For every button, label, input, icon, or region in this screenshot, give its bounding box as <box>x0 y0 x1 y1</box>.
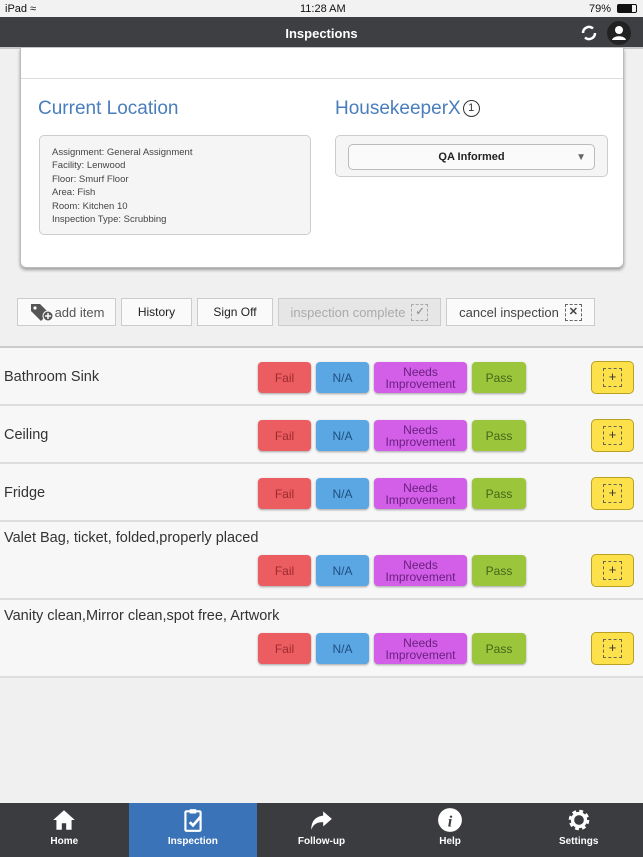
status-select-value: QA Informed <box>438 151 505 163</box>
item-label: Bathroom Sink <box>4 369 100 385</box>
na-button[interactable]: N/A <box>316 362 369 393</box>
battery-icon <box>617 4 637 13</box>
needs-improvement-button[interactable]: Needs Improvement <box>374 478 467 509</box>
plus-icon: + <box>603 561 622 580</box>
user-icon[interactable] <box>607 21 631 45</box>
location-card: Current Location Assignment: General Ass… <box>20 48 624 268</box>
inspection-row: Vanity clean,Mirror clean,spot free, Art… <box>0 600 643 678</box>
inspection-row: Ceiling Fail N/A Needs Improvement Pass … <box>0 406 643 464</box>
tab-home[interactable]: Home <box>0 803 129 857</box>
location-details: Assignment: General Assignment Facility:… <box>39 135 311 235</box>
clipboard-check-icon <box>184 809 202 832</box>
add-note-button[interactable]: + <box>591 361 634 394</box>
plus-icon: + <box>603 484 622 503</box>
status-select-wrap: QA Informed ▼ <box>335 135 608 177</box>
add-note-button[interactable]: + <box>591 477 634 510</box>
status-bar: iPad ≈ 11:28 AM 79% <box>0 0 643 17</box>
add-item-button[interactable]: add item <box>17 298 116 326</box>
inspection-row: Bathroom Sink Fail N/A Needs Improvement… <box>0 348 643 406</box>
facility-line: Facility: Lenwood <box>52 160 126 172</box>
chevron-down-icon: ▼ <box>576 152 586 163</box>
needs-improvement-button[interactable]: Needs Improvement <box>374 633 467 664</box>
tab-help[interactable]: i Help <box>386 803 515 857</box>
cancel-inspection-button[interactable]: cancel inspection ✕ <box>446 298 595 326</box>
page-title: Inspections <box>285 26 358 41</box>
home-icon <box>53 810 76 830</box>
status-select[interactable]: QA Informed ▼ <box>348 144 595 170</box>
check-icon: ✓ <box>411 303 429 321</box>
item-label: Fridge <box>4 485 46 501</box>
tab-settings[interactable]: Settings <box>514 803 643 857</box>
room-line: Room: Kitchen 10 <box>52 200 128 212</box>
tag-plus-icon <box>30 304 54 322</box>
fail-button[interactable]: Fail <box>258 420 311 451</box>
inspection-row: Valet Bag, ticket, folded,properly place… <box>0 522 643 600</box>
svg-text:i: i <box>448 813 453 831</box>
battery-percent: 79% <box>588 3 611 15</box>
pass-button[interactable]: Pass <box>472 633 526 664</box>
tab-bar: Home Inspection Follow-up i Help Settings <box>0 803 643 857</box>
tab-label: Settings <box>558 836 599 847</box>
close-icon: ✕ <box>564 303 582 321</box>
clock: 11:28 AM <box>300 3 346 15</box>
item-label: Ceiling <box>4 427 49 443</box>
inspection-type-line: Inspection Type: Scrubbing <box>52 214 167 226</box>
tab-label: Inspection <box>167 836 218 847</box>
na-button[interactable]: N/A <box>316 555 369 586</box>
housekeeper-count-badge[interactable]: 1 <box>462 100 480 117</box>
housekeeper-name: HousekeeperX <box>335 98 461 119</box>
history-button[interactable]: History <box>121 298 192 326</box>
needs-improvement-button[interactable]: Needs Improvement <box>374 362 467 393</box>
item-label: Vanity clean,Mirror clean,spot free, Art… <box>4 608 280 624</box>
pass-button[interactable]: Pass <box>472 478 526 509</box>
needs-improvement-button[interactable]: Needs Improvement <box>374 420 467 451</box>
device-label: iPad <box>5 3 28 15</box>
tab-follow-up[interactable]: Follow-up <box>257 803 386 857</box>
needs-improvement-button[interactable]: Needs Improvement <box>374 555 467 586</box>
add-item-label: add item <box>54 304 105 320</box>
inspection-row: Fridge Fail N/A Needs Improvement Pass + <box>0 464 643 522</box>
na-button[interactable]: N/A <box>316 478 369 509</box>
add-note-button[interactable]: + <box>591 632 634 665</box>
inspection-complete-label: inspection complete <box>290 304 406 320</box>
pass-button[interactable]: Pass <box>472 420 526 451</box>
info-icon: i <box>438 808 462 832</box>
tab-label: Help <box>439 836 461 847</box>
fail-button[interactable]: Fail <box>258 362 311 393</box>
gear-icon <box>568 809 589 831</box>
add-note-button[interactable]: + <box>591 554 634 587</box>
plus-icon: + <box>603 368 622 387</box>
plus-icon: + <box>603 639 622 658</box>
floor-line: Floor: Smurf Floor <box>52 173 129 185</box>
housekeeper-heading: HousekeeperX 1 <box>335 98 480 120</box>
item-label: Valet Bag, ticket, folded,properly place… <box>4 530 259 546</box>
cancel-inspection-label: cancel inspection <box>459 304 559 320</box>
wifi-icon: ≈ <box>30 3 37 15</box>
pass-button[interactable]: Pass <box>472 555 526 586</box>
plus-icon: + <box>603 426 622 445</box>
action-bar: add item History Sign Off inspection com… <box>17 298 595 326</box>
na-button[interactable]: N/A <box>316 420 369 451</box>
inspection-item-list: Bathroom Sink Fail N/A Needs Improvement… <box>0 346 643 678</box>
area-line: Area: Fish <box>52 187 96 199</box>
inspection-complete-button[interactable]: inspection complete ✓ <box>278 298 441 326</box>
na-button[interactable]: N/A <box>316 633 369 664</box>
nav-bar: Inspections <box>0 17 643 49</box>
sync-icon[interactable] <box>579 23 599 43</box>
current-location-heading: Current Location <box>38 98 179 119</box>
fail-button[interactable]: Fail <box>258 633 311 664</box>
sign-off-button[interactable]: Sign Off <box>197 298 273 326</box>
tab-inspection[interactable]: Inspection <box>128 803 258 857</box>
fail-button[interactable]: Fail <box>258 478 311 509</box>
share-arrow-icon <box>311 811 333 830</box>
add-note-button[interactable]: + <box>591 419 634 452</box>
assignment-line: Assignment: General Assignment <box>52 147 193 158</box>
fail-button[interactable]: Fail <box>258 555 311 586</box>
pass-button[interactable]: Pass <box>472 362 526 393</box>
tab-label: Follow-up <box>297 836 346 847</box>
tab-label: Home <box>50 836 79 847</box>
